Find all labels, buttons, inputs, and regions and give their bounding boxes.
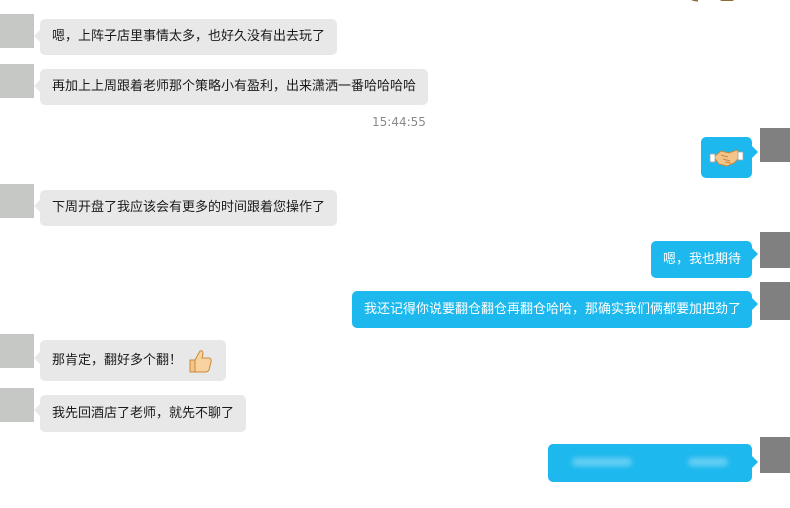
redaction-blur — [688, 458, 728, 466]
incoming-message[interactable]: 下周开盘了我应该会有更多的时间跟着您操作了 — [40, 190, 338, 226]
contact-avatar[interactable] — [0, 64, 34, 98]
self-avatar[interactable] — [760, 232, 790, 268]
thumbs-up-icon — [189, 349, 212, 372]
message-text: 那肯定，翻好多个翻！ — [52, 353, 183, 368]
bubble-tail — [752, 248, 758, 260]
folder-icon — [720, 0, 734, 1]
header-icons — [680, 0, 750, 6]
contact-avatar[interactable] — [0, 184, 34, 218]
contact-avatar[interactable] — [0, 334, 34, 368]
incoming-message[interactable]: 我先回酒店了老师，就先不聊了 — [40, 395, 247, 432]
incoming-message[interactable]: 嗯，上阵子店里事情太多，也好久没有出去玩了 — [40, 19, 338, 55]
contact-avatar[interactable] — [0, 14, 34, 48]
bubble-tail — [752, 146, 758, 158]
outgoing-message[interactable]: 嗯，我也期待 — [651, 241, 752, 278]
bubble-tail — [752, 298, 758, 310]
outgoing-message[interactable]: 我还记得你说要翻仓翻仓再翻仓哈哈，那确实我们俩都要加把劲了 — [352, 291, 752, 328]
phone-icon[interactable] — [680, 0, 750, 6]
bubble-tail — [752, 456, 758, 468]
self-avatar[interactable] — [760, 282, 790, 320]
self-avatar[interactable] — [760, 437, 790, 473]
redaction-blur — [572, 458, 632, 466]
message-timestamp: 15:44:55 — [372, 115, 426, 129]
self-avatar[interactable] — [760, 128, 790, 162]
outgoing-message-redacted[interactable] — [548, 444, 752, 482]
outgoing-message[interactable] — [701, 137, 752, 178]
incoming-message[interactable]: 那肯定，翻好多个翻！ — [40, 340, 227, 381]
contact-avatar[interactable] — [0, 388, 34, 422]
incoming-message[interactable]: 再加上上周跟着老师那个策略小有盈利，出来潇洒一番哈哈哈哈 — [40, 69, 429, 105]
handshake-icon — [709, 149, 744, 167]
